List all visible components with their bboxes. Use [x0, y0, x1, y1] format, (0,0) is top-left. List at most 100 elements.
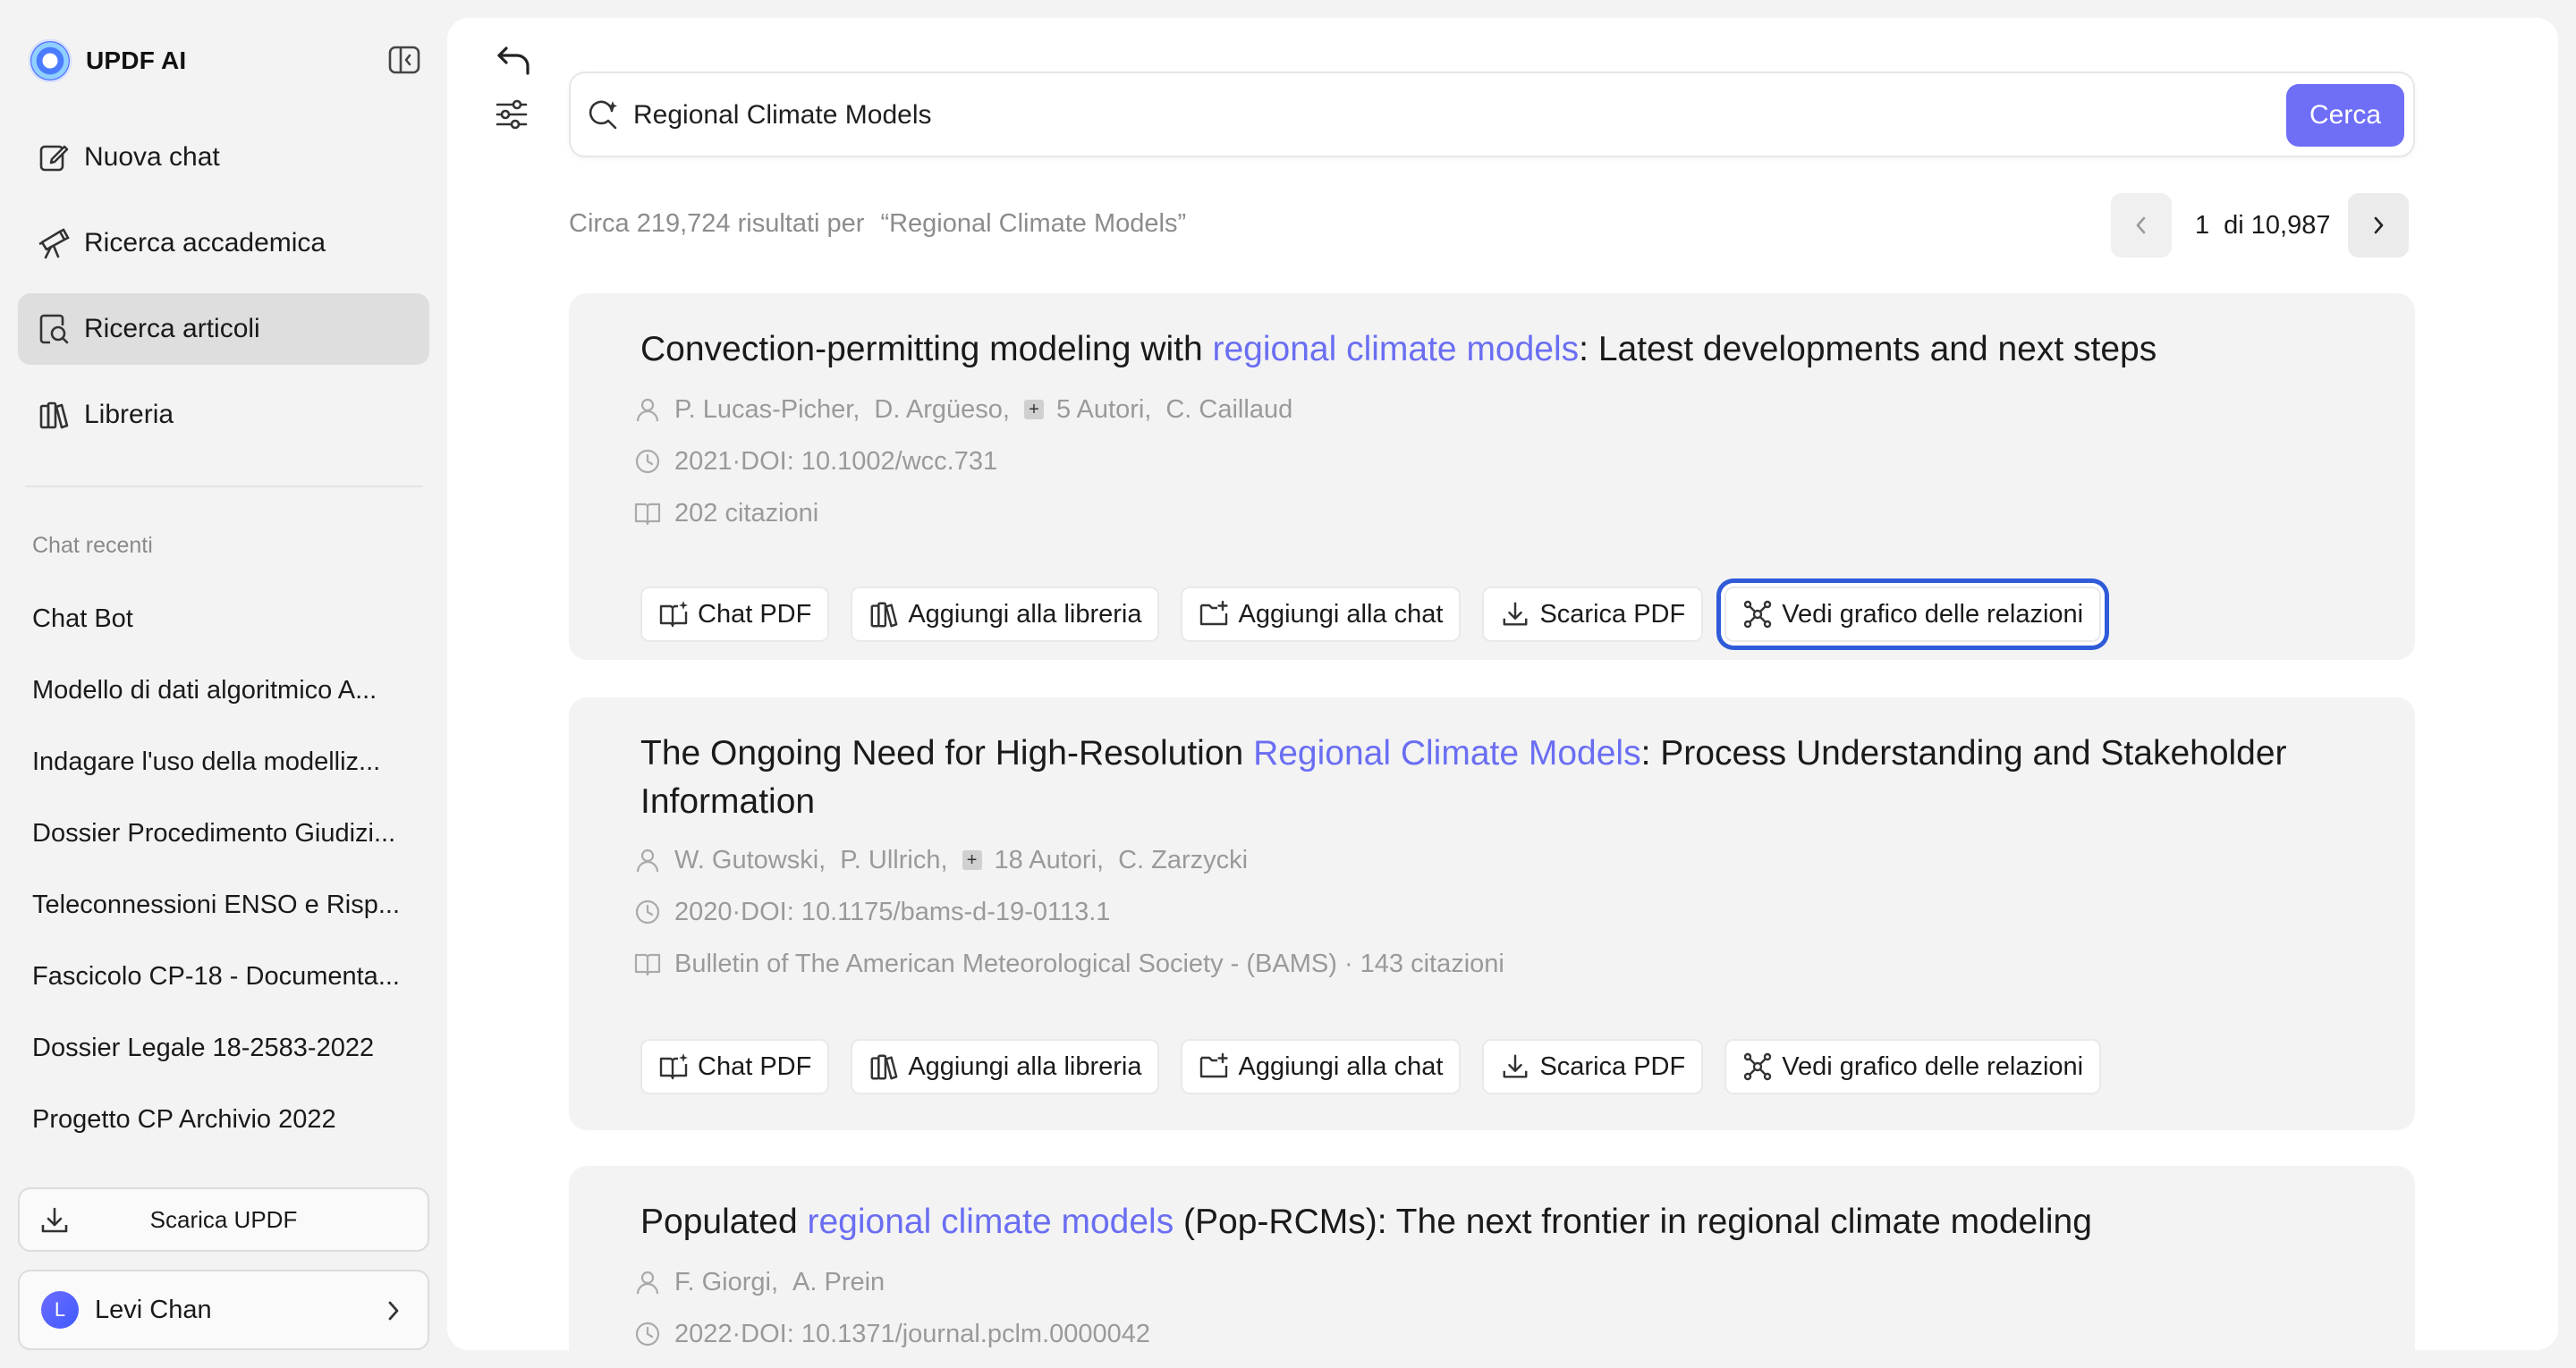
chat-book-icon: [658, 1051, 689, 1082]
search-button[interactable]: Cerca: [2286, 84, 2404, 147]
author-name[interactable]: C. Caillaud: [1165, 395, 1292, 425]
chat-pdf-label: Chat PDF: [698, 1051, 812, 1081]
download-icon: [39, 1205, 70, 1236]
sidebar: UPDF AI Nuova chat Ricerca accademica Ri…: [0, 0, 447, 1368]
author-name[interactable]: A. Prein: [792, 1268, 885, 1297]
paper-card: Populated regional climate models (Pop-R…: [569, 1166, 2415, 1350]
chevron-right-icon: [2375, 216, 2384, 234]
recent-chat-item[interactable]: Chat Bot: [32, 590, 426, 662]
results-query-text: “Regional Climate Models”: [880, 209, 1187, 238]
paper-citations: Bulletin of The American Meteorological …: [631, 944, 1504, 984]
view-relation-graph-button[interactable]: Vedi grafico delle relazioni: [1724, 1039, 2102, 1094]
current-page: 1: [2195, 210, 2210, 240]
paper-title-text: Populated: [640, 1203, 808, 1241]
library-icon: [869, 1051, 899, 1082]
recent-chat-item[interactable]: Teleconnessioni ENSO e Risp...: [32, 876, 426, 948]
collapse-sidebar-icon[interactable]: [388, 45, 420, 75]
clock-icon: [631, 1318, 664, 1350]
chat-pdf-label: Chat PDF: [698, 599, 812, 629]
telescope-icon: [36, 225, 72, 261]
more-authors[interactable]: 5 Autori,: [1056, 395, 1151, 425]
chat-pdf-button[interactable]: Chat PDF: [640, 587, 830, 642]
download-pdf-button[interactable]: Scarica PDF: [1482, 1039, 1704, 1094]
download-icon: [1500, 1051, 1530, 1082]
expand-authors-icon[interactable]: +: [1023, 400, 1044, 419]
author-name[interactable]: F. Giorgi,: [674, 1268, 778, 1297]
more-authors[interactable]: 18 Autori,: [995, 846, 1105, 875]
paper-doi: 2022·DOI: 10.1371/journal.pclm.0000042: [674, 1319, 1151, 1348]
search-input[interactable]: [633, 93, 2315, 138]
sidebar-item-academic-search[interactable]: Ricerca accademica: [18, 207, 429, 279]
download-pdf-label: Scarica PDF: [1539, 599, 1686, 629]
add-to-library-label: Aggiungi alla libreria: [908, 599, 1142, 629]
paper-title[interactable]: Convection-permitting modeling with regi…: [640, 325, 2358, 374]
paper-card: The Ongoing Need for High-Resolution Reg…: [569, 697, 2415, 1130]
user-profile-button[interactable]: L Levi Chan: [18, 1270, 429, 1350]
add-folder-icon: [1199, 599, 1229, 629]
pagination: 1 di 10,987: [2111, 193, 2410, 258]
add-to-chat-button[interactable]: Aggiungi alla chat: [1181, 1039, 1462, 1094]
recent-chat-item[interactable]: Indagare l'uso della modelliz...: [32, 733, 426, 805]
paper-citations: 202 citazioni: [631, 494, 818, 533]
author-name[interactable]: W. Gutowski,: [674, 846, 826, 875]
expand-authors-icon[interactable]: +: [962, 850, 982, 870]
back-arrow-icon[interactable]: [494, 41, 533, 80]
main-panel: Cerca Circa 219,724 risultati per “Region…: [447, 18, 2558, 1350]
recent-chat-item[interactable]: Fascicolo CP-18 - Documenta...: [32, 948, 426, 1019]
updf-logo: [29, 39, 72, 82]
add-to-library-button[interactable]: Aggiungi alla libreria: [851, 1039, 1160, 1094]
download-updf-button[interactable]: Scarica UPDF: [18, 1187, 429, 1252]
paper-actions: Chat PDF Aggiungi alla libreria Aggiungi…: [640, 587, 2123, 642]
paper-authors: W. Gutowski, P. Ullrich, + 18 Autori, C.…: [631, 840, 1248, 880]
download-pdf-button[interactable]: Scarica PDF: [1482, 587, 1704, 642]
sidebar-item-new-chat[interactable]: Nuova chat: [18, 122, 429, 193]
view-relation-graph-label: Vedi grafico delle relazioni: [1782, 599, 2084, 629]
chat-book-icon: [658, 599, 689, 629]
recent-chat-item[interactable]: Dossier Legale 18-2583-2022: [32, 1019, 426, 1091]
author-name[interactable]: D. Argüeso,: [874, 395, 1010, 425]
author-name[interactable]: P. Lucas-Picher,: [674, 395, 860, 425]
sidebar-item-article-search[interactable]: Ricerca articoli: [18, 293, 429, 365]
paper-card: Convection-permitting modeling with regi…: [569, 293, 2415, 660]
recent-chat-item[interactable]: Modello di dati algoritmico A...: [32, 662, 426, 733]
book-icon: [631, 497, 664, 529]
download-pdf-label: Scarica PDF: [1539, 1051, 1686, 1081]
paper-authors: P. Lucas-Picher, D. Argüeso, + 5 Autori,…: [631, 390, 1292, 429]
recent-chats-heading: Chat recenti: [32, 533, 153, 558]
user-icon: [631, 1266, 664, 1298]
results-summary: Circa 219,724 risultati per “Regional Cli…: [569, 209, 1186, 239]
total-pages: di 10,987: [2224, 210, 2331, 240]
paper-title-highlight: regional climate models: [807, 1203, 1174, 1241]
paper-title-text: : Latest developments and next steps: [1579, 330, 2157, 368]
recent-chat-item[interactable]: Dossier Procedimento Giudizi...: [32, 805, 426, 876]
book-icon: [631, 948, 664, 980]
graph-nodes-icon: [1742, 599, 1773, 629]
brand[interactable]: UPDF AI: [29, 39, 186, 82]
sidebar-item-library[interactable]: Libreria: [18, 379, 429, 451]
chat-pdf-button[interactable]: Chat PDF: [640, 1039, 830, 1094]
sidebar-item-label: Ricerca accademica: [84, 228, 326, 258]
sidebar-nav: Nuova chat Ricerca accademica Ricerca ar…: [18, 122, 429, 465]
view-relation-graph-label: Vedi grafico delle relazioni: [1782, 1051, 2084, 1081]
add-to-chat-button[interactable]: Aggiungi alla chat: [1181, 587, 1462, 642]
author-name[interactable]: P. Ullrich,: [840, 846, 947, 875]
filter-sliders-icon[interactable]: [494, 97, 533, 136]
add-to-library-button[interactable]: Aggiungi alla libreria: [851, 587, 1160, 642]
results-count-text: Circa 219,724 risultati per: [569, 209, 865, 238]
sidebar-item-label: Ricerca articoli: [84, 314, 260, 343]
author-name[interactable]: C. Zarzycki: [1118, 846, 1248, 875]
paper-title[interactable]: The Ongoing Need for High-Resolution Reg…: [640, 730, 2358, 826]
paper-title[interactable]: Populated regional climate models (Pop-R…: [640, 1198, 2358, 1246]
paper-doi: 2020·DOI: 10.1175/bams-d-19-0113.1: [674, 897, 1111, 926]
next-page-button[interactable]: [2348, 193, 2410, 258]
library-icon: [869, 599, 899, 629]
add-to-chat-label: Aggiungi alla chat: [1238, 1051, 1444, 1081]
recent-chat-item[interactable]: Progetto CP Archivio 2022: [32, 1091, 426, 1162]
prev-page-button[interactable]: [2111, 193, 2172, 258]
add-to-chat-label: Aggiungi alla chat: [1238, 599, 1444, 629]
paper-date-doi: 2020·DOI: 10.1175/bams-d-19-0113.1: [631, 892, 1110, 932]
library-icon: [36, 397, 72, 433]
paper-title-highlight: Regional Climate Models: [1253, 734, 1641, 773]
view-relation-graph-button[interactable]: Vedi grafico delle relazioni: [1724, 587, 2102, 642]
app-name: UPDF AI: [86, 46, 187, 74]
